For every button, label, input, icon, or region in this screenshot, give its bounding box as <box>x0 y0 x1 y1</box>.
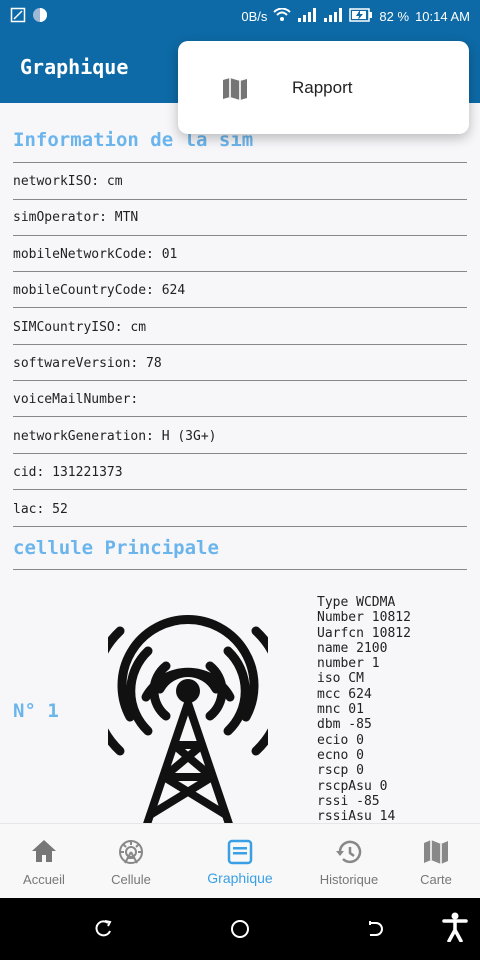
clock: 10:14 AM <box>415 9 470 24</box>
nav-item-carte[interactable]: Carte <box>394 824 478 899</box>
cell-detail-line: rssiAsu 14 <box>317 809 396 823</box>
page-title: Graphique <box>20 55 129 79</box>
map-icon <box>222 77 248 105</box>
cell-detail-line: Number 10812 <box>317 610 411 626</box>
back-button[interactable] <box>366 919 386 943</box>
nav-item-graphique[interactable]: Graphique <box>196 824 284 899</box>
divider <box>13 453 467 454</box>
divider <box>13 489 467 490</box>
cell-detail-line: name 2100 <box>317 640 388 656</box>
divider <box>13 235 467 236</box>
sim-info-row: mobileCountryCode: 624 <box>13 283 186 298</box>
menu-item-label: Rapport <box>292 78 353 97</box>
cell-details: Type WCDMA Number 10812 Uarfcn 10812 nam… <box>317 595 411 823</box>
divider <box>13 344 467 345</box>
cell-section-title: cellule Principale <box>13 537 219 559</box>
sim-info-row: simOperator: MTN <box>13 210 139 225</box>
cell-detail-line: iso CM <box>317 671 364 687</box>
cell-detail-line: mcc 624 <box>317 686 372 702</box>
divider <box>13 569 467 570</box>
battery-icon <box>349 8 373 25</box>
sim-info-row: mobileNetworkCode: 01 <box>13 247 178 262</box>
sim-info-row: softwareVersion: 78 <box>13 356 162 371</box>
sim-info-row: lac: 52 <box>13 502 68 517</box>
nav-label: Cellule <box>111 872 151 887</box>
cell-detail-line: mnc 01 <box>317 702 364 718</box>
cell-icon <box>118 839 144 870</box>
main-content[interactable]: Information de la sim networkISO: cm sim… <box>0 103 480 823</box>
overflow-menu: Rapport <box>178 41 469 134</box>
cell-detail-line: rscpAsu 0 <box>317 778 388 794</box>
cell-detail-line: number 1 <box>317 656 380 672</box>
cell-detail-line: Uarfcn 10812 <box>317 625 411 641</box>
nav-label: Carte <box>420 872 452 887</box>
network-speed: 0B/s <box>241 9 268 24</box>
system-navigation-bar <box>0 898 480 960</box>
divider <box>13 307 467 308</box>
nav-label: Graphique <box>207 870 273 886</box>
accessibility-icon[interactable] <box>442 912 468 946</box>
nav-item-accueil[interactable]: Accueil <box>0 824 88 899</box>
cell-detail-line: Type WCDMA <box>317 595 396 610</box>
sim-info-row: SIMCountryISO: cm <box>13 320 147 335</box>
menu-item-rapport[interactable]: Rapport <box>178 41 469 134</box>
sim-info-row: voiceMailNumber: <box>13 392 139 407</box>
divider <box>13 199 467 200</box>
signal-icon-2 <box>323 8 343 25</box>
chart-icon <box>227 839 253 870</box>
cell-detail-line: rscp 0 <box>317 763 364 779</box>
divider <box>13 416 467 417</box>
bottom-navigation: Accueil Cellule Graphique Historique Car… <box>0 823 480 898</box>
cell-number: N° 1 <box>13 700 59 722</box>
divider <box>13 380 467 381</box>
cell-detail-line: ecio 0 <box>317 732 364 748</box>
divider <box>13 271 467 272</box>
nav-item-historique[interactable]: Historique <box>304 824 394 899</box>
nav-label: Historique <box>319 872 379 887</box>
divider <box>13 526 467 527</box>
cell-detail-line: dbm -85 <box>317 717 372 733</box>
cell-detail-line: rssi -85 <box>317 793 380 809</box>
map-icon <box>423 839 449 870</box>
sim-info-row: networkGeneration: H (3G+) <box>13 429 217 444</box>
wifi-icon <box>273 7 292 25</box>
signal-icon <box>297 8 317 25</box>
divider <box>13 162 467 163</box>
home-icon <box>31 839 57 868</box>
nav-label: Accueil <box>23 872 65 887</box>
sim-info-row: cid: 131221373 <box>13 465 123 480</box>
cell-detail-line: ecno 0 <box>317 747 364 763</box>
battery-level: 82 % <box>379 9 410 24</box>
history-icon <box>335 839 363 870</box>
recents-button[interactable] <box>94 919 114 943</box>
screenshot-icon <box>10 7 26 26</box>
home-button[interactable] <box>230 919 250 943</box>
cell-tower-icon <box>89 601 287 823</box>
sim-info-row: networkISO: cm <box>13 174 123 189</box>
status-bar: 0B/s 82 % 10:14 AM <box>0 0 480 31</box>
sync-icon <box>32 7 48 26</box>
nav-item-cellule[interactable]: Cellule <box>88 824 174 899</box>
